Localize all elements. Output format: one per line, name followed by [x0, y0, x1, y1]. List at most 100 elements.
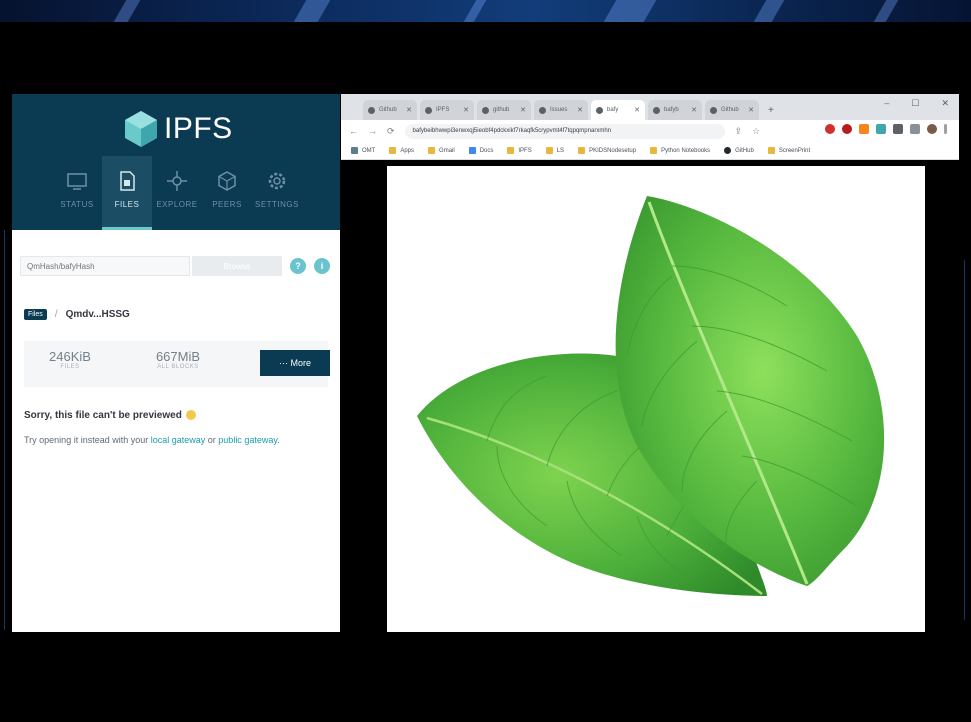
breadcrumb-root[interactable]: Files: [24, 309, 47, 320]
bookmark-item[interactable]: PKIDSNodesetup: [578, 147, 636, 154]
nav-peers-label: PEERS: [212, 200, 242, 209]
bookmark-item[interactable]: Apps: [389, 147, 414, 154]
bookmark-label: Python Notebooks: [661, 147, 711, 154]
bookmark-label: Docs: [479, 147, 494, 154]
github-icon: [724, 147, 732, 154]
browser-tab-6[interactable]: bafyb ✕: [648, 100, 702, 120]
browse-button[interactable]: Browse: [192, 256, 282, 276]
nav-files-label: FILES: [114, 200, 140, 209]
bookmark-icon: [578, 147, 586, 154]
image-canvas: [387, 166, 925, 632]
cid-search-input[interactable]: [20, 256, 190, 276]
bookmark-icon: [389, 147, 397, 154]
browser-tab-5-active[interactable]: bafy ✕: [591, 100, 645, 120]
bookmark-label: LS: [556, 147, 565, 154]
browser-tab-1[interactable]: Github ✕: [363, 100, 417, 120]
tab-title: bafy: [607, 107, 619, 113]
puzzle-extensions-icon[interactable]: [893, 124, 903, 134]
bookmark-item[interactable]: OMT: [351, 147, 375, 154]
reload-icon[interactable]: ⟳: [387, 126, 395, 137]
bookmark-icon: [428, 147, 436, 154]
explore-icon: [167, 171, 187, 191]
menu-kebab-icon[interactable]: [944, 124, 947, 134]
peers-icon: [218, 171, 236, 191]
local-gateway-link[interactable]: local gateway: [151, 435, 206, 445]
bookmark-item[interactable]: Gmail: [428, 147, 455, 154]
preview-error-text: Sorry, this file can't be previewed: [24, 410, 182, 421]
ipfs-logo: IPFS: [124, 110, 233, 148]
files-icon: [120, 171, 135, 191]
bookmark-label: Gmail: [439, 147, 455, 154]
ipfs-companion-icon[interactable]: [876, 124, 886, 134]
bookmark-item[interactable]: Python Notebooks: [650, 147, 710, 154]
video-background-top: [0, 0, 971, 22]
preview-error-title: Sorry, this file can't be previewed: [24, 410, 196, 421]
tab-close-icon[interactable]: ✕: [406, 106, 412, 114]
maximize-icon[interactable]: ☐: [911, 98, 919, 109]
tab-close-icon[interactable]: ✕: [691, 106, 697, 114]
bookmark-item[interactable]: GitHub: [724, 147, 754, 154]
bookmark-item[interactable]: LS: [545, 147, 565, 154]
mint-leaves-image: [417, 196, 885, 596]
tab-favicon: [710, 106, 717, 114]
more-button[interactable]: ··· More: [260, 350, 330, 376]
sad-face-icon: [185, 410, 196, 421]
tab-title: Issues: [550, 107, 568, 113]
bookmarks-bar: OMT Apps Gmail Docs IPFS LS PKIDSNodeset…: [341, 142, 959, 160]
nav-status[interactable]: STATUS: [52, 156, 102, 230]
nav-settings[interactable]: SETTINGS: [252, 156, 302, 230]
metamask-icon[interactable]: [859, 124, 869, 134]
bookmark-icon: [468, 147, 476, 154]
address-bar[interactable]: bafybeibhwwpi3enwxqj5ieobf4pdckxikf7rkaq…: [404, 123, 725, 139]
window-controls: – ☐ ✕: [862, 98, 949, 109]
bookmark-icon: [507, 147, 515, 154]
bookmark-label: PKIDSNodesetup: [589, 147, 637, 154]
files-stat-value: 246KiB: [49, 349, 91, 364]
cid-search-row: Browse ? i: [20, 256, 330, 276]
bookmark-icon: [545, 147, 553, 154]
nav-explore[interactable]: EXPLORE: [152, 156, 202, 230]
bookmark-item[interactable]: IPFS: [507, 147, 532, 154]
sidebar-icon[interactable]: [910, 124, 920, 134]
browser-tab-3[interactable]: github ✕: [477, 100, 531, 120]
close-window-icon[interactable]: ✕: [941, 98, 949, 109]
bookmark-item[interactable]: Docs: [468, 147, 494, 154]
nav-peers[interactable]: PEERS: [202, 156, 252, 230]
minimize-icon[interactable]: –: [884, 98, 889, 109]
info-icon[interactable]: i: [314, 258, 330, 274]
file-stats-bar: 246KiB FILES 667MiB ALL BLOCKS ··· More: [24, 341, 330, 387]
nav-status-label: STATUS: [60, 200, 94, 209]
tab-close-icon[interactable]: ✕: [463, 106, 469, 114]
share-icon[interactable]: ⇪: [735, 126, 743, 137]
forward-icon[interactable]: →: [368, 126, 377, 136]
tab-close-icon[interactable]: ✕: [520, 106, 526, 114]
bookmark-item[interactable]: ScreenPrint: [767, 147, 810, 154]
help-icon[interactable]: ?: [290, 258, 306, 274]
ipfs-nav: STATUS FILES EXPLORE PEERS SETTINGS: [52, 156, 302, 230]
browser-window: Github ✕ IPFS ✕ github ✕ Issues ✕ bafy ✕ bafy…: [341, 94, 959, 632]
tab-favicon: [425, 106, 432, 114]
nav-files[interactable]: FILES: [102, 156, 152, 230]
tab-favicon: [482, 106, 489, 114]
breadcrumb: Files / Qmdv...HSSG: [24, 309, 130, 320]
opera-gx-icon[interactable]: [842, 124, 852, 134]
tab-close-icon[interactable]: ✕: [577, 106, 583, 114]
new-tab-icon[interactable]: +: [768, 105, 774, 116]
back-icon[interactable]: ←: [349, 126, 358, 136]
tab-close-icon[interactable]: ✕: [748, 106, 754, 114]
opera-icon[interactable]: [825, 124, 835, 134]
tab-title: IPFS: [436, 107, 450, 113]
browser-tab-2[interactable]: IPFS ✕: [420, 100, 474, 120]
bookmark-icon: [351, 147, 358, 154]
browser-tab-7[interactable]: Github ✕: [705, 100, 759, 120]
blocks-stat-value: 667MiB: [155, 349, 201, 364]
tab-title: bafyb: [664, 107, 679, 113]
browser-tab-4[interactable]: Issues ✕: [534, 100, 588, 120]
bookmark-star-icon[interactable]: ☆: [752, 126, 760, 137]
preview-msg-or: or: [205, 435, 219, 445]
profile-avatar[interactable]: [927, 124, 937, 134]
preview-msg-suffix: .: [277, 435, 280, 445]
tab-close-icon[interactable]: ✕: [634, 106, 640, 114]
public-gateway-link[interactable]: public gateway: [218, 435, 277, 445]
bookmark-label: IPFS: [518, 147, 532, 154]
